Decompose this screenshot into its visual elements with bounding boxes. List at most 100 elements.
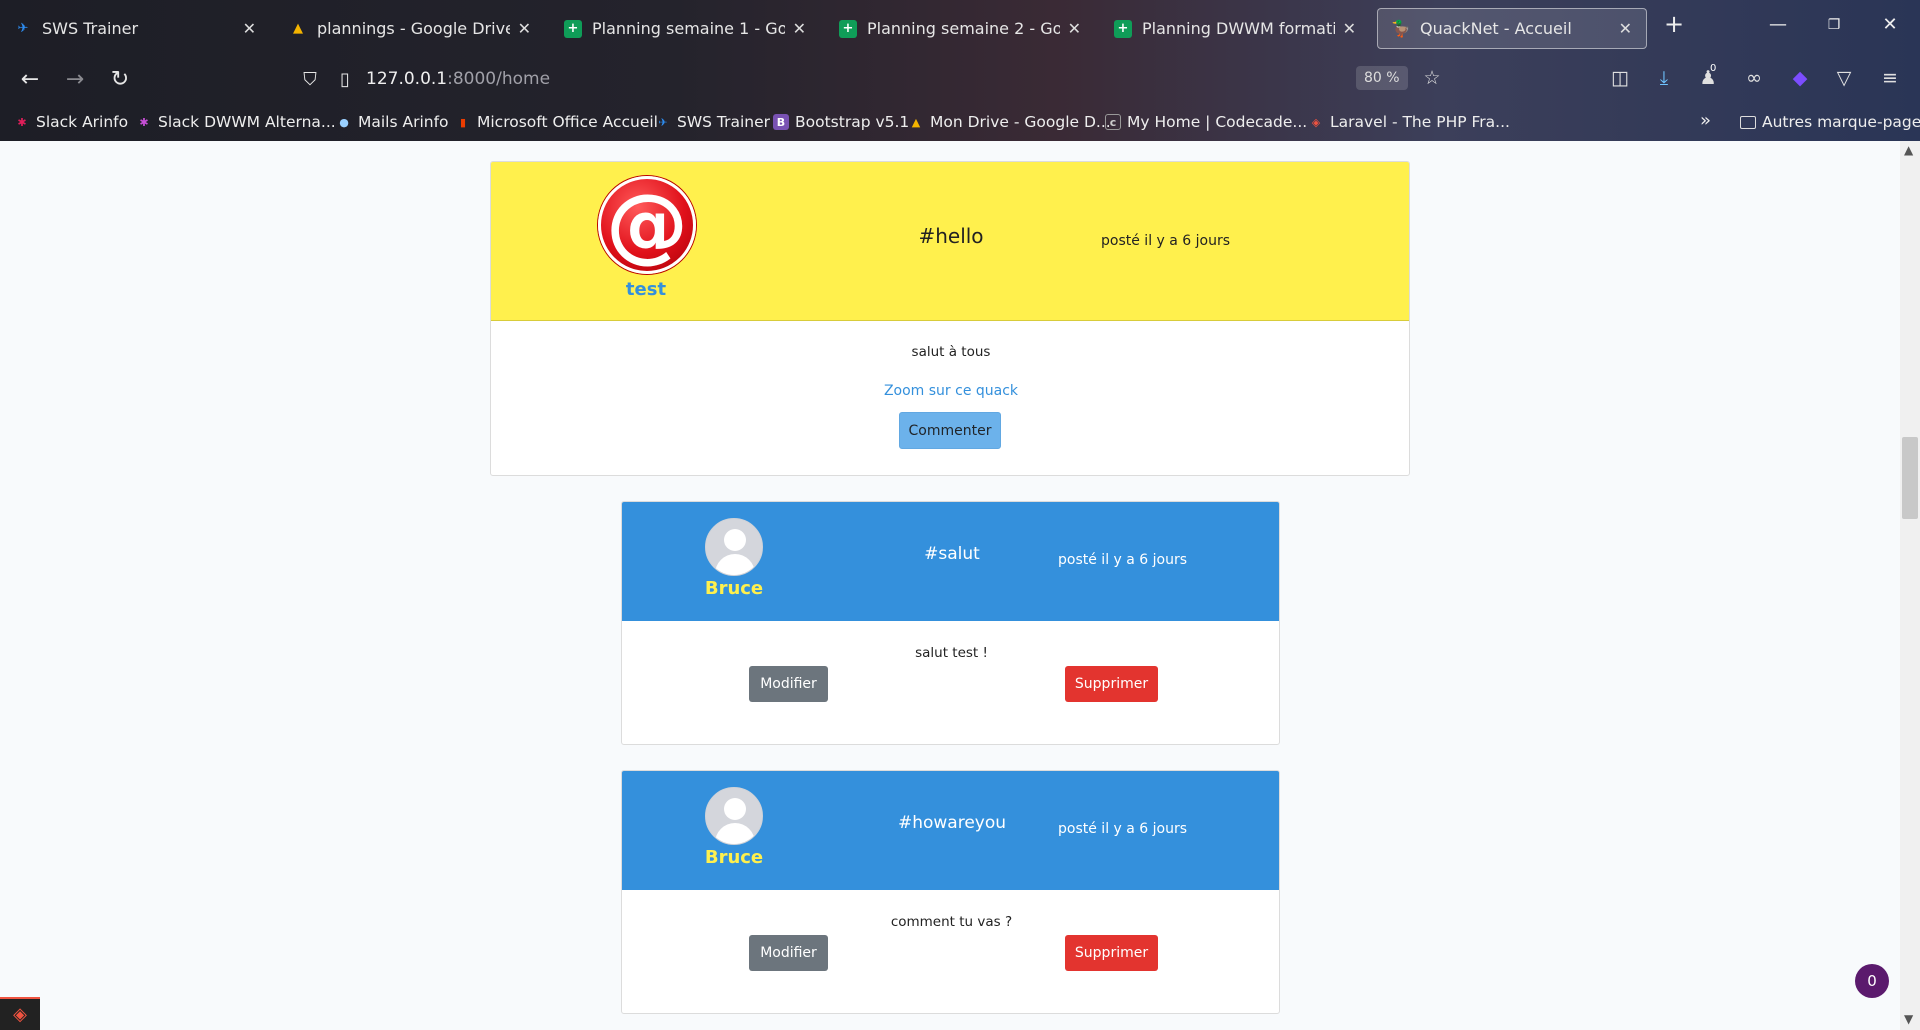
folder-icon [1740, 115, 1756, 129]
pocket-icon[interactable]: ◫ [1606, 67, 1634, 89]
forward-button[interactable]: → [60, 67, 90, 92]
other-bookmarks[interactable]: Autres marque-pages [1740, 113, 1920, 131]
quack-username[interactable]: Bruce [684, 578, 784, 599]
mail-icon: ● [339, 115, 349, 129]
zoom-quack-link[interactable]: Zoom sur ce quack [491, 383, 1409, 399]
navigation-bar: ← → ↻ ⛉ ▯ 127.0.0.1:8000/home 80 % ☆ ◫ ⤓… [0, 55, 1920, 107]
quack-header: Bruce #salut posté il y a 6 jours [622, 502, 1279, 621]
close-icon[interactable]: ✕ [518, 19, 531, 38]
bookmark-bootstrap[interactable]: B Bootstrap v5.1 [773, 113, 909, 131]
bookmark-mails-arinfo[interactable]: ● Mails Arinfo [336, 113, 449, 131]
url-host: 127.0.0.1 [366, 69, 448, 89]
tab-title: Planning DWWM formation co [1142, 19, 1335, 38]
tab-planning-dwwm[interactable]: + Planning DWWM formation co ✕ [1100, 8, 1370, 49]
page-icon: ▯ [340, 69, 350, 90]
bookmark-label: Slack DWWM Alterna... [158, 113, 336, 131]
tab-planning-semaine-2[interactable]: + Planning semaine 2 - Google S ✕ [825, 8, 1095, 49]
featured-username[interactable]: test [581, 279, 711, 300]
quack-card: Bruce #howareyou posté il y a 6 jours co… [621, 770, 1280, 1014]
delete-button[interactable]: Supprimer [1065, 935, 1158, 971]
bookmark-slack-arinfo[interactable]: ✱ Slack Arinfo [14, 113, 128, 131]
vue-icon[interactable]: ▽ [1830, 67, 1858, 89]
quack-message: comment tu vas ? [890, 914, 1013, 930]
bookmark-slack-dwwm[interactable]: ✱ Slack DWWM Alterna... [136, 113, 336, 131]
tab-bar: ✈ SWS Trainer ✕ ▲ plannings - Google Dri… [0, 0, 1920, 55]
bootstrap-icon: B [773, 114, 789, 130]
slack-icon: ✱ [139, 115, 149, 129]
close-icon[interactable]: ✕ [1619, 19, 1632, 38]
tab-title: Planning semaine 2 - Google S [867, 19, 1060, 38]
bookmark-label: SWS Trainer [677, 113, 771, 131]
user-avatar-icon [705, 787, 763, 845]
tab-title: SWS Trainer [42, 19, 139, 38]
extension-icon[interactable]: ♟ [1694, 67, 1722, 89]
url-bar[interactable]: 127.0.0.1:8000/home [366, 69, 550, 89]
bookmark-label: Bootstrap v5.1 [795, 113, 910, 131]
scroll-up-icon[interactable]: ▲ [1904, 143, 1913, 157]
bookmark-label: Microsoft Office Accueil [477, 113, 658, 131]
sws-icon: ✈ [658, 115, 668, 129]
modify-button[interactable]: Modifier [749, 935, 828, 971]
bookmarks-bar: ✱ Slack Arinfo ✱ Slack DWWM Alterna... ● Ma… [0, 108, 1920, 140]
notification-badge[interactable]: 0 [1855, 964, 1889, 998]
download-icon[interactable]: ⤓ [1650, 67, 1678, 89]
bookmark-office[interactable]: ▮ Microsoft Office Accueil [455, 113, 658, 131]
close-icon[interactable]: ✕ [793, 19, 806, 38]
back-button[interactable]: ← [15, 67, 45, 92]
star-icon[interactable]: ☆ [1418, 67, 1446, 89]
featured-tag: #hello [918, 224, 984, 248]
quack-tag: #howareyou [897, 813, 1007, 833]
chevron-right-icon[interactable]: » [1700, 110, 1711, 131]
menu-icon[interactable]: ≡ [1876, 67, 1904, 89]
minimize-button[interactable]: — [1758, 14, 1798, 35]
tab-quacknet[interactable]: 🦆 QuackNet - Accueil ✕ [1377, 8, 1647, 49]
scroll-down-icon[interactable]: ▼ [1904, 1012, 1913, 1026]
quack-tag: #salut [924, 544, 980, 564]
restore-button[interactable]: ❐ [1814, 17, 1854, 33]
tab-title: QuackNet - Accueil [1420, 19, 1572, 38]
scrollbar-thumb[interactable] [1902, 437, 1918, 519]
at-sign-avatar: @ [598, 176, 696, 274]
bookmark-label: Mails Arinfo [358, 113, 449, 131]
featured-quack-header: @ test #hello posté il y a 6 jours [491, 162, 1409, 321]
browser-chrome: ✈ SWS Trainer ✕ ▲ plannings - Google Dri… [0, 0, 1920, 141]
shield-icon[interactable]: ⛉ [295, 69, 325, 90]
tab-plannings-drive[interactable]: ▲ plannings - Google Drive ✕ [275, 8, 545, 49]
delete-button[interactable]: Supprimer [1065, 666, 1158, 702]
laravel-debugbar-icon[interactable]: ◈ [0, 997, 40, 1030]
glasses-icon[interactable]: ∞ [1740, 67, 1768, 89]
tab-planning-semaine-1[interactable]: + Planning semaine 1 - Google S ✕ [550, 8, 820, 49]
page-content: @ test #hello posté il y a 6 jours salut… [0, 141, 1900, 1030]
office-icon: ▮ [459, 115, 467, 129]
quack-posted-time: posté il y a 6 jours [1058, 552, 1188, 568]
quack-username[interactable]: Bruce [684, 847, 784, 868]
slack-icon: ✱ [17, 115, 27, 129]
quack-posted-time: posté il y a 6 jours [1058, 821, 1188, 837]
bookmark-sws-trainer[interactable]: ✈ SWS Trainer [655, 113, 770, 131]
close-icon[interactable]: ✕ [1343, 19, 1356, 38]
zoom-level[interactable]: 80 % [1356, 66, 1408, 90]
close-window-button[interactable]: ✕ [1870, 14, 1910, 35]
quack-header: Bruce #howareyou posté il y a 6 jours [622, 771, 1279, 890]
quack-card: Bruce #salut posté il y a 6 jours salut … [621, 501, 1280, 745]
modify-button[interactable]: Modifier [749, 666, 828, 702]
tab-sws-trainer[interactable]: ✈ SWS Trainer ✕ [0, 8, 270, 49]
extension-badge: 0 [1710, 63, 1717, 74]
bookmark-label: Laravel - The PHP Fra... [1330, 113, 1510, 131]
comment-button[interactable]: Commenter [899, 412, 1001, 449]
reload-button[interactable]: ↻ [105, 67, 135, 92]
page-scrollbar[interactable] [1900, 141, 1920, 1030]
drive-icon: ▲ [911, 115, 921, 129]
bookmark-mon-drive[interactable]: ▲ Mon Drive - Google D... [908, 113, 1111, 131]
bookmark-label: My Home | Codecade... [1127, 113, 1308, 131]
codecademy-icon: c [1105, 114, 1121, 130]
new-tab-button[interactable]: + [1654, 10, 1694, 38]
cube-icon[interactable]: ◆ [1786, 67, 1814, 89]
close-icon[interactable]: ✕ [1068, 19, 1081, 38]
bookmark-laravel[interactable]: ◈ Laravel - The PHP Fra... [1308, 113, 1510, 131]
quack-message: salut test ! [915, 645, 988, 661]
close-icon[interactable]: ✕ [243, 19, 256, 38]
tab-title: plannings - Google Drive [317, 19, 510, 38]
sheets-icon: + [1114, 19, 1132, 38]
bookmark-codecademy[interactable]: c My Home | Codecade... [1105, 113, 1307, 131]
